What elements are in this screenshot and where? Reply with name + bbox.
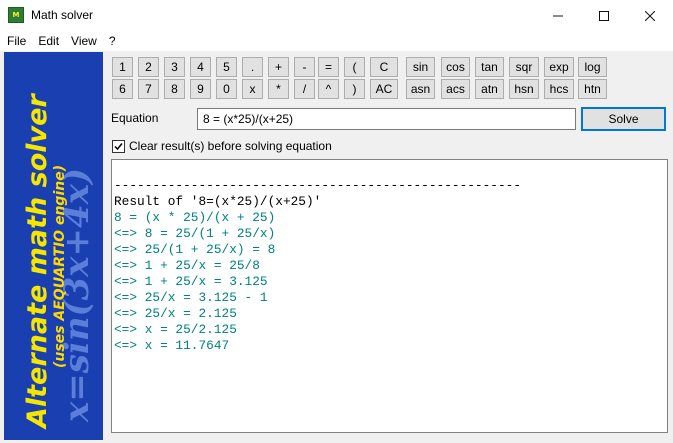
result-line: <=> 1 + 25/x = 25/8 (114, 258, 260, 273)
key-9[interactable]: 9 (190, 79, 211, 99)
key-6[interactable]: 6 (112, 79, 133, 99)
close-button[interactable] (627, 0, 673, 31)
title-bar: M Math solver (0, 0, 673, 31)
result-line: <=> 25/x = 3.125 - 1 (114, 290, 268, 305)
solve-button[interactable]: Solve (581, 107, 666, 131)
menu-view[interactable]: View (65, 31, 103, 51)
result-output[interactable]: ----------------------------------------… (111, 159, 668, 433)
minimize-icon (553, 15, 563, 16)
key-sin[interactable]: sin (406, 57, 435, 77)
minimize-button[interactable] (535, 0, 581, 31)
maximize-button[interactable] (581, 0, 627, 31)
menu-help[interactable]: ? (103, 31, 122, 51)
result-line: <=> x = 11.7647 (114, 338, 230, 353)
close-icon (645, 10, 655, 21)
key-7[interactable]: 7 (138, 79, 159, 99)
key-hsn[interactable]: hsn (509, 79, 539, 99)
key-4[interactable]: 4 (190, 57, 211, 77)
result-line: <=> 1 + 25/x = 3.125 (114, 274, 268, 289)
key-plus[interactable]: + (268, 57, 289, 77)
key-8[interactable]: 8 (164, 79, 185, 99)
key-all-clear[interactable]: AC (370, 79, 398, 99)
window-title: Math solver (31, 8, 94, 22)
key-power[interactable]: ^ (318, 79, 339, 99)
key-5[interactable]: 5 (216, 57, 237, 77)
result-line-header: Result of '8=(x*25)/(x+25)' (114, 194, 322, 209)
menu-bar: File Edit View ? (0, 31, 673, 51)
result-line-separator: ----------------------------------------… (114, 178, 522, 193)
clear-results-checkbox[interactable] (112, 140, 125, 153)
key-atn[interactable]: atn (475, 79, 504, 99)
clear-results-label[interactable]: Clear result(s) before solving equation (129, 139, 332, 153)
key-exp[interactable]: exp (544, 57, 574, 77)
checkmark-icon (114, 143, 123, 151)
equation-label: Equation (111, 111, 159, 125)
result-line: <=> 25/(1 + 25/x) = 8 (114, 242, 276, 257)
key-sqr[interactable]: sqr (509, 57, 539, 77)
key-close-paren[interactable]: ) (344, 79, 365, 99)
key-minus[interactable]: - (294, 57, 315, 77)
key-acs[interactable]: acs (441, 79, 470, 99)
key-cos[interactable]: cos (441, 57, 470, 77)
result-line: <=> x = 25/2.125 (114, 322, 237, 337)
key-1[interactable]: 1 (112, 57, 133, 77)
side-banner: x=sin(3x+4x) Alternate math solver (uses… (4, 52, 103, 440)
menu-file[interactable]: File (0, 31, 32, 51)
key-3[interactable]: 3 (164, 57, 185, 77)
key-0[interactable]: 0 (216, 79, 237, 99)
key-equals[interactable]: = (318, 57, 339, 77)
key-htn[interactable]: htn (578, 79, 607, 99)
equation-input[interactable]: 8 = (x*25)/(x+25) (197, 108, 576, 130)
key-tan[interactable]: tan (475, 57, 504, 77)
key-x[interactable]: x (242, 79, 263, 99)
result-line: 8 = (x * 25)/(x + 25) (114, 210, 276, 225)
app-icon[interactable]: M (8, 7, 24, 23)
key-multiply[interactable]: * (268, 79, 289, 99)
key-hcs[interactable]: hcs (544, 79, 574, 99)
key-asn[interactable]: asn (406, 79, 435, 99)
key-clear[interactable]: C (370, 57, 398, 77)
key-open-paren[interactable]: ( (344, 57, 365, 77)
banner-title: Alternate math solver (22, 93, 53, 430)
result-line: <=> 8 = 25/(1 + 25/x) (114, 226, 276, 241)
menu-edit[interactable]: Edit (32, 31, 65, 51)
key-log[interactable]: log (578, 57, 607, 77)
key-dot[interactable]: . (242, 57, 263, 77)
key-divide[interactable]: / (294, 79, 315, 99)
maximize-icon (599, 10, 609, 21)
key-2[interactable]: 2 (138, 57, 159, 77)
result-line: <=> 25/x = 2.125 (114, 306, 237, 321)
banner-subtitle: (uses AEQUARTIO engine) (52, 165, 68, 368)
